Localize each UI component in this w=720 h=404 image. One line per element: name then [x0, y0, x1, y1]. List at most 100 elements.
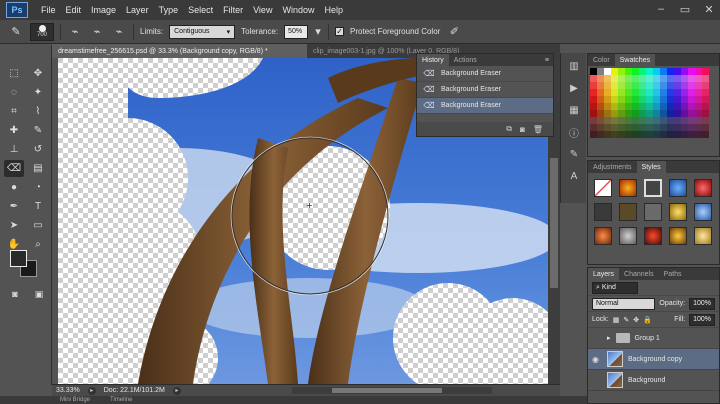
- tab-paths[interactable]: Paths: [659, 268, 687, 280]
- color-swatch[interactable]: [688, 82, 695, 89]
- color-swatch[interactable]: [674, 96, 681, 103]
- color-swatch[interactable]: [667, 117, 674, 124]
- color-swatch[interactable]: [667, 75, 674, 82]
- color-swatch[interactable]: [632, 75, 639, 82]
- dodge-tool-icon[interactable]: ◔: [28, 179, 48, 196]
- blur-tool-icon[interactable]: ●: [4, 179, 24, 196]
- history-item[interactable]: ⌫ Background Eraser: [417, 82, 553, 98]
- color-swatch[interactable]: [632, 82, 639, 89]
- color-swatch[interactable]: [611, 103, 618, 110]
- style-swatch[interactable]: [619, 179, 637, 197]
- color-swatch[interactable]: [597, 124, 604, 131]
- tolerance-input[interactable]: 50%: [284, 24, 309, 39]
- color-swatch[interactable]: [604, 68, 611, 75]
- opacity-input[interactable]: 100%: [689, 297, 715, 310]
- color-swatch[interactable]: [688, 124, 695, 131]
- color-swatch[interactable]: [611, 124, 618, 131]
- layer-kind-filter[interactable]: ⌕ Kind: [592, 281, 638, 294]
- clone-stamp-tool-icon[interactable]: ⊥: [4, 141, 24, 158]
- sampling-swatch-icon[interactable]: ⌁: [111, 24, 127, 40]
- swatch-grid[interactable]: [588, 66, 719, 140]
- color-swatch[interactable]: [625, 68, 632, 75]
- color-swatch[interactable]: [667, 89, 674, 96]
- color-swatch[interactable]: [695, 103, 702, 110]
- color-swatch[interactable]: [653, 82, 660, 89]
- color-swatch[interactable]: [695, 75, 702, 82]
- screen-mode-icon[interactable]: ▣: [32, 288, 46, 300]
- magic-wand-tool-icon[interactable]: ✦: [28, 84, 48, 101]
- layer-row-selected[interactable]: ◉ Background copy: [588, 349, 719, 370]
- color-swatch[interactable]: [702, 131, 709, 138]
- color-swatch[interactable]: [681, 110, 688, 117]
- color-swatch[interactable]: [681, 117, 688, 124]
- color-swatch[interactable]: [646, 68, 653, 75]
- color-swatch[interactable]: [597, 82, 604, 89]
- eraser-tool-icon[interactable]: ⌫: [4, 160, 24, 177]
- color-swatch[interactable]: [688, 68, 695, 75]
- pen-pressure-icon[interactable]: ✐: [446, 24, 462, 40]
- color-swatch[interactable]: [660, 124, 667, 131]
- color-swatch[interactable]: [702, 75, 709, 82]
- color-swatch[interactable]: [597, 89, 604, 96]
- color-swatch[interactable]: [674, 103, 681, 110]
- brush-preset-picker[interactable]: 700: [30, 22, 54, 41]
- color-swatch[interactable]: [639, 89, 646, 96]
- color-swatch[interactable]: [597, 68, 604, 75]
- color-swatch[interactable]: [688, 117, 695, 124]
- color-swatch[interactable]: [702, 82, 709, 89]
- color-swatch[interactable]: [611, 82, 618, 89]
- color-swatch[interactable]: [604, 96, 611, 103]
- style-swatch[interactable]: [694, 227, 712, 245]
- color-swatch[interactable]: [681, 89, 688, 96]
- foreground-color-swatch[interactable]: [10, 250, 27, 267]
- move-tool-icon[interactable]: ✥: [28, 65, 48, 82]
- color-swatch[interactable]: [667, 124, 674, 131]
- tab-history[interactable]: History: [417, 54, 449, 66]
- style-swatch[interactable]: [619, 227, 637, 245]
- lock-position-icon[interactable]: ✥: [633, 316, 639, 324]
- zoom-level[interactable]: 33.33%: [56, 387, 80, 394]
- style-swatch[interactable]: [644, 203, 662, 221]
- color-swatch[interactable]: [597, 103, 604, 110]
- history-brush-tool-icon[interactable]: ↺: [28, 141, 48, 158]
- color-swatch[interactable]: [618, 75, 625, 82]
- color-swatch[interactable]: [681, 68, 688, 75]
- color-swatch[interactable]: [625, 82, 632, 89]
- color-swatch[interactable]: [604, 82, 611, 89]
- color-swatch[interactable]: [625, 117, 632, 124]
- character-panel-icon[interactable]: A: [564, 167, 584, 185]
- style-swatch[interactable]: [669, 203, 687, 221]
- color-swatch[interactable]: [639, 82, 646, 89]
- menu-type[interactable]: Type: [154, 5, 184, 15]
- background-eraser-tool-icon[interactable]: ✎: [8, 24, 24, 40]
- color-swatch[interactable]: [702, 103, 709, 110]
- color-swatch[interactable]: [590, 75, 597, 82]
- menu-help[interactable]: Help: [319, 5, 348, 15]
- fill-input[interactable]: 100%: [689, 313, 715, 326]
- color-swatch[interactable]: [646, 82, 653, 89]
- color-swatch[interactable]: [604, 75, 611, 82]
- status-menu-icon[interactable]: ▸: [87, 386, 96, 395]
- color-swatch[interactable]: [653, 75, 660, 82]
- color-swatch[interactable]: [597, 96, 604, 103]
- color-swatch[interactable]: [611, 68, 618, 75]
- actions-panel-icon[interactable]: ▶: [564, 79, 584, 97]
- style-swatch[interactable]: [694, 203, 712, 221]
- color-swatch[interactable]: [618, 124, 625, 131]
- color-swatch[interactable]: [660, 117, 667, 124]
- tab-color[interactable]: Color: [588, 54, 615, 66]
- tab-adjustments[interactable]: Adjustments: [588, 161, 637, 173]
- color-swatch[interactable]: [646, 89, 653, 96]
- menu-file[interactable]: File: [36, 5, 61, 15]
- color-swatch[interactable]: [590, 68, 597, 75]
- color-swatch[interactable]: [660, 68, 667, 75]
- color-swatch[interactable]: [695, 117, 702, 124]
- color-swatch[interactable]: [597, 131, 604, 138]
- menu-window[interactable]: Window: [277, 5, 319, 15]
- color-swatch[interactable]: [667, 110, 674, 117]
- color-swatch[interactable]: [604, 103, 611, 110]
- color-swatch[interactable]: [674, 131, 681, 138]
- color-swatch[interactable]: [688, 89, 695, 96]
- color-swatch[interactable]: [639, 75, 646, 82]
- color-swatch[interactable]: [625, 96, 632, 103]
